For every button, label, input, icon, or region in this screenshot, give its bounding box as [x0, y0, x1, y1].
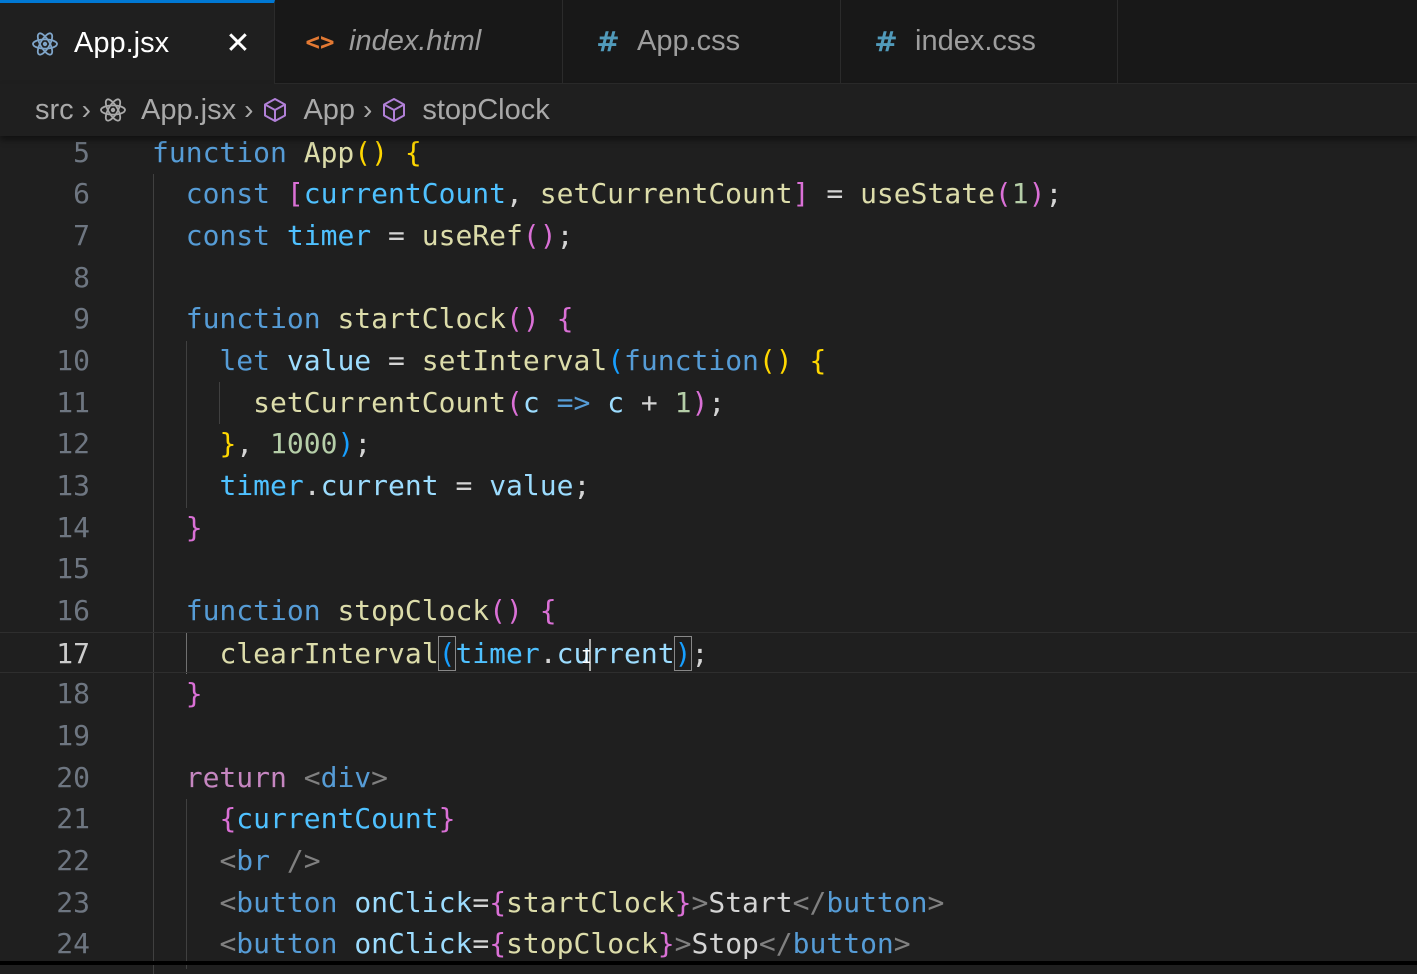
css-icon: # — [596, 25, 620, 58]
code-line: 13 timer.current = value; — [0, 465, 1417, 506]
code-text: <button onClick={stopClock}>Stop</button… — [219, 927, 911, 960]
chevron-right-icon: › — [81, 94, 91, 125]
code-line: 10 let value = setInterval(function() { — [0, 340, 1417, 381]
code-line: 5 function App() { — [0, 132, 1417, 173]
cube-icon — [380, 95, 410, 125]
code-line-current: 17 clearInterval(timer.current); I — [0, 632, 1417, 673]
code-line: 6 const [currentCount, setCurrentCount] … — [0, 173, 1417, 214]
line-number: 10 — [56, 344, 90, 377]
tab-app-css[interactable]: # App.css — [563, 0, 841, 83]
breadcrumb-symbol[interactable]: stopClock — [380, 93, 550, 127]
tab-index-html[interactable]: <> index.html — [275, 0, 563, 83]
chevron-right-icon: › — [363, 94, 373, 125]
cube-icon — [261, 95, 291, 125]
code-text: const [currentCount, setCurrentCount] = … — [185, 177, 1063, 210]
tab-label: index.css — [915, 25, 1036, 57]
chevron-right-icon: › — [244, 94, 254, 125]
code-text: } — [185, 677, 203, 710]
react-icon — [99, 95, 129, 125]
tab-index-css[interactable]: # index.css — [841, 0, 1118, 83]
code-text: function startClock() { — [185, 302, 574, 335]
breadcrumb-file[interactable]: App.jsx — [99, 94, 236, 127]
code-line: 11 setCurrentCount(c => c + 1); — [0, 382, 1417, 423]
tab-label: index.html — [349, 25, 482, 57]
code-line: 8 — [0, 257, 1417, 298]
line-number: 13 — [56, 469, 90, 502]
line-number: 15 — [56, 552, 90, 585]
html-icon: <> — [305, 27, 335, 56]
breadcrumb-symbol-label: stopClock — [422, 93, 550, 126]
code-line: 14 } — [0, 507, 1417, 548]
code-text: clearInterval(timer.current); — [219, 636, 709, 671]
code-editor[interactable]: 5 function App() { 6 const [currentCount,… — [0, 132, 1417, 974]
tab-bar: App.jsx ✕ <> index.html # App.css # inde… — [0, 0, 1417, 84]
line-number: 21 — [56, 802, 90, 835]
code-line: 16 function stopClock() { — [0, 590, 1417, 631]
code-text: <button onClick={startClock}>Start</butt… — [219, 886, 945, 919]
code-line: 21 {currentCount} — [0, 798, 1417, 839]
code-line: 15 — [0, 548, 1417, 589]
line-number: 9 — [73, 302, 90, 335]
code-text: } — [185, 511, 203, 544]
code-text: let value = setInterval(function() { — [219, 344, 827, 377]
breadcrumb-folder[interactable]: src — [35, 94, 74, 127]
code-text: setCurrentCount(c => c + 1); — [253, 386, 726, 419]
code-line: 22 <br /> — [0, 840, 1417, 881]
code-text: <br /> — [219, 844, 321, 877]
code-line: 20 return <div> — [0, 757, 1417, 798]
code-line: 9 function startClock() { — [0, 298, 1417, 339]
close-icon[interactable]: ✕ — [222, 26, 254, 61]
css-icon: # — [874, 25, 898, 58]
code-line: 7 const timer = useRef(); — [0, 215, 1417, 256]
code-line: 19 — [0, 715, 1417, 756]
code-text: {currentCount} — [219, 802, 456, 835]
tab-app-jsx[interactable]: App.jsx ✕ — [0, 0, 275, 84]
line-number: 16 — [56, 594, 90, 627]
line-number: 18 — [56, 677, 90, 710]
line-number: 8 — [73, 261, 90, 294]
line-number: 22 — [56, 844, 90, 877]
breadcrumb-component[interactable]: App — [261, 94, 355, 127]
line-number: 5 — [73, 136, 90, 169]
tab-label: App.jsx — [74, 27, 170, 59]
line-number: 14 — [56, 511, 90, 544]
line-number: 11 — [56, 386, 90, 419]
breadcrumb-component-label: App — [303, 93, 356, 126]
code-text: function stopClock() { — [185, 594, 557, 627]
ibeam-cursor-icon: I — [581, 647, 592, 668]
bottom-edge — [0, 961, 1417, 965]
code-text: return <div> — [185, 761, 389, 794]
line-number: 7 — [73, 219, 90, 252]
code-line: 23 <button onClick={startClock}>Start</b… — [0, 882, 1417, 923]
line-number: 6 — [73, 177, 90, 210]
line-number: 23 — [56, 886, 90, 919]
line-number: 19 — [56, 719, 90, 752]
line-number: 24 — [56, 927, 90, 960]
line-number: 12 — [56, 427, 90, 460]
tab-label: App.css — [637, 25, 741, 57]
code-text: const timer = useRef(); — [185, 219, 574, 252]
code-text: function App() { — [152, 136, 422, 169]
code-text: }, 1000); — [219, 427, 372, 460]
line-number: 17 — [56, 637, 90, 670]
code-text: timer.current = value; — [219, 469, 591, 502]
code-line: 24 <button onClick={stopClock}>Stop</but… — [0, 923, 1417, 964]
breadcrumb: src › App.jsx › App › stopClock — [0, 84, 1417, 136]
code-line: 12 }, 1000); — [0, 423, 1417, 464]
code-line: 18 } — [0, 673, 1417, 714]
breadcrumb-file-label: App.jsx — [141, 93, 237, 126]
line-number: 20 — [56, 761, 90, 794]
react-icon — [30, 29, 60, 59]
